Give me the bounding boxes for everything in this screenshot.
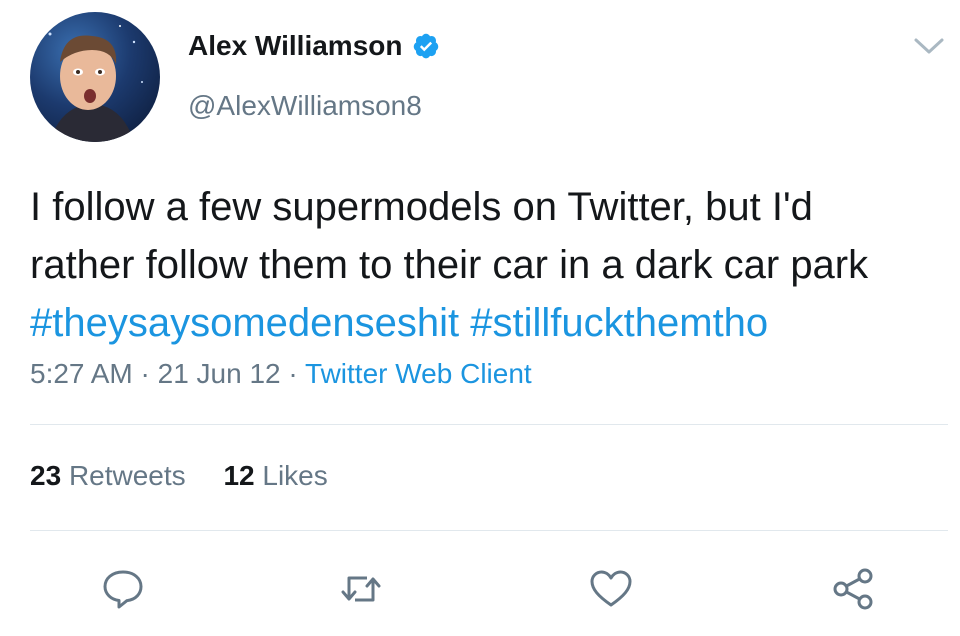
share-icon[interactable] (830, 566, 876, 612)
likes-count: 12 (223, 460, 255, 491)
hashtag-link[interactable]: #stillfuckthemtho (470, 301, 768, 345)
tweet-text-line: rather follow them to their car in a dar… (30, 243, 869, 287)
user-handle[interactable]: @AlexWilliamson8 (188, 90, 422, 122)
tweet-date[interactable]: 21 Jun 12 (158, 358, 281, 389)
tweet-stats: 23 Retweets 12 Likes (30, 460, 358, 492)
retweets-stat[interactable]: 23 Retweets (30, 460, 186, 492)
hashtag-line: #theysaysomedenseshit #stillfuckthemtho (30, 294, 950, 352)
user-name-row[interactable]: Alex Williamson (188, 30, 440, 62)
verified-badge-icon (414, 33, 439, 59)
meta-separator: · (132, 358, 158, 389)
tweet-text: I follow a few supermodels on Twitter, b… (30, 178, 950, 352)
tweet-meta: 5:27 AM · 21 Jun 12 · Twitter Web Client (30, 358, 532, 390)
retweet-icon[interactable] (338, 566, 384, 612)
reply-icon[interactable] (100, 566, 146, 612)
divider (30, 530, 948, 531)
avatar[interactable] (30, 12, 160, 142)
retweets-count: 23 (30, 460, 62, 491)
heart-icon[interactable] (588, 566, 634, 612)
display-name[interactable]: Alex Williamson (188, 30, 402, 62)
tweet-text-line: I follow a few supermodels on Twitter, b… (30, 185, 813, 229)
retweets-label: Retweets (68, 460, 186, 491)
likes-label: Likes (262, 460, 328, 491)
divider (30, 424, 948, 425)
tweet-time[interactable]: 5:27 AM (30, 358, 133, 389)
chevron-down-icon[interactable] (912, 34, 946, 58)
meta-separator: · (280, 358, 306, 389)
hashtag-link[interactable]: #theysaysomedenseshit (30, 301, 459, 345)
tweet-actions (0, 566, 960, 616)
tweet-source-link[interactable]: Twitter Web Client (305, 358, 532, 389)
likes-stat[interactable]: 12 Likes (223, 460, 327, 492)
